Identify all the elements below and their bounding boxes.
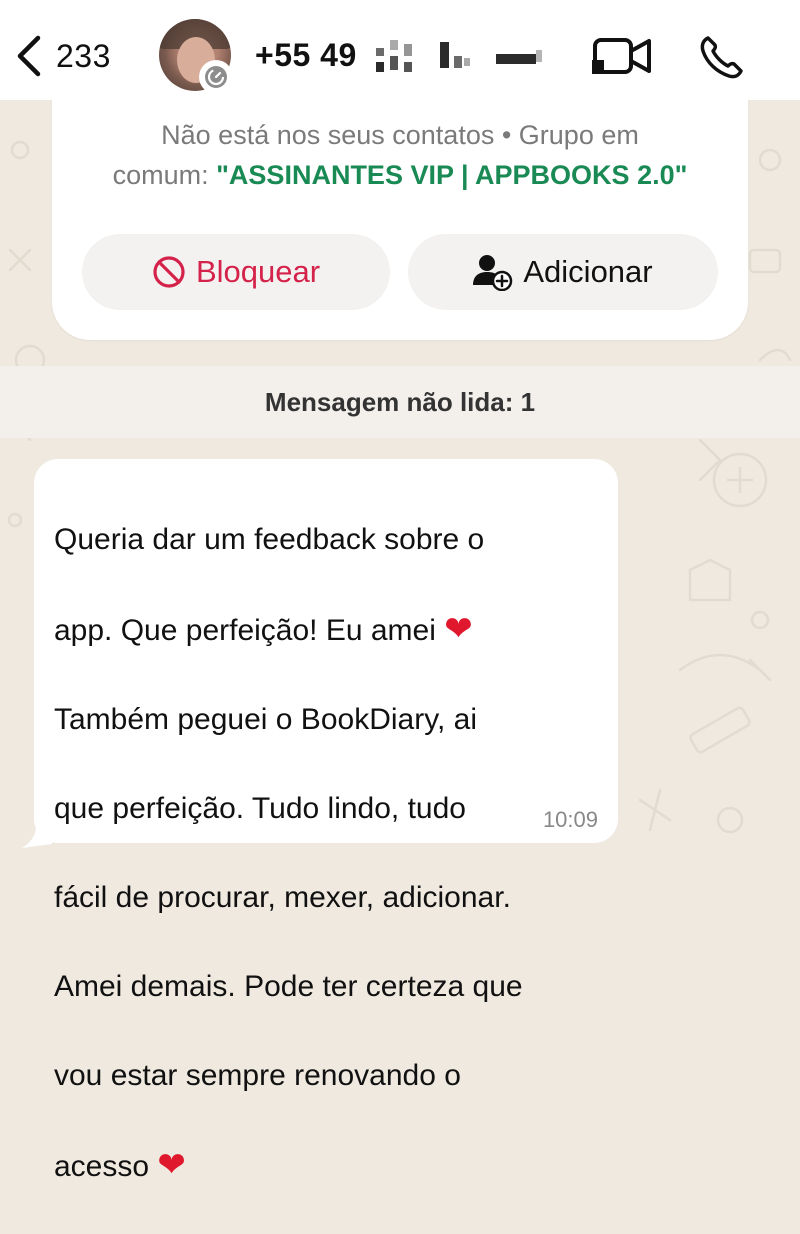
message-line: acesso ❤ [54,1143,614,1190]
block-icon [153,256,185,288]
status-badge [199,60,233,94]
chat-header: 233 +55 49 [0,0,800,100]
timer-icon [205,66,227,88]
redacted-digits [376,40,412,76]
message-line: Amei demais. Pode ter certeza que [54,969,523,1003]
contact-phone[interactable]: +55 49 [255,37,357,74]
message-line: Queria dar um feedback sobre o [54,522,485,556]
unknown-contact-card: Não está nos seus contatos • Grupo em co… [52,90,748,340]
redacted-digits [440,40,470,76]
incoming-message-bubble[interactable]: Queria dar um feedback sobre o app. Que … [34,459,618,1184]
heart-emoji: ❤ [157,1145,186,1184]
message-line: Também peguei o BookDiary, ai [54,702,477,736]
unread-divider: Mensagem não lida: 1 [0,366,800,438]
group-name-link[interactable]: "ASSINANTES VIP | APPBOOKS 2.0" [216,160,687,190]
add-person-icon [473,255,513,291]
video-call-icon[interactable] [592,36,654,76]
redacted-digits [496,40,542,76]
message-line: que perfeição. Tudo lindo, tudo [54,791,466,825]
back-unread-count: 233 [56,37,111,74]
message-line-text: app. Que perfeição! Eu amei [54,613,445,647]
block-button-label: Bloquear [195,254,321,289]
info-line-1: Não está nos seus contatos • Grupo em [161,120,639,150]
chevron-left-icon [17,35,41,77]
phone-call-icon[interactable] [698,34,746,80]
message-line: fácil de procurar, mexer, adicionar. [54,880,511,914]
message-text: Queria dar um feedback sobre o app. Que … [54,473,614,1234]
contact-info-text: Não está nos seus contatos • Grupo em co… [52,115,748,195]
info-line-2-prefix: comum: [112,160,217,190]
block-button[interactable]: Bloquear [82,234,390,310]
message-line: vou estar sempre renovando o [54,1058,461,1092]
message-timestamp: 10:09 [542,807,598,832]
message-line-text: acesso [54,1149,158,1183]
add-contact-button[interactable]: Adicionar [408,234,718,310]
info-line-2: comum: "ASSINANTES VIP | APPBOOKS 2.0" [52,155,748,195]
message-line: app. Que perfeição! Eu amei ❤ [54,607,614,654]
back-button[interactable]: 233 [14,34,111,78]
unread-divider-text: Mensagem não lida: 1 [264,386,536,417]
heart-emoji: ❤ [444,609,473,648]
add-button-label: Adicionar [523,254,653,289]
